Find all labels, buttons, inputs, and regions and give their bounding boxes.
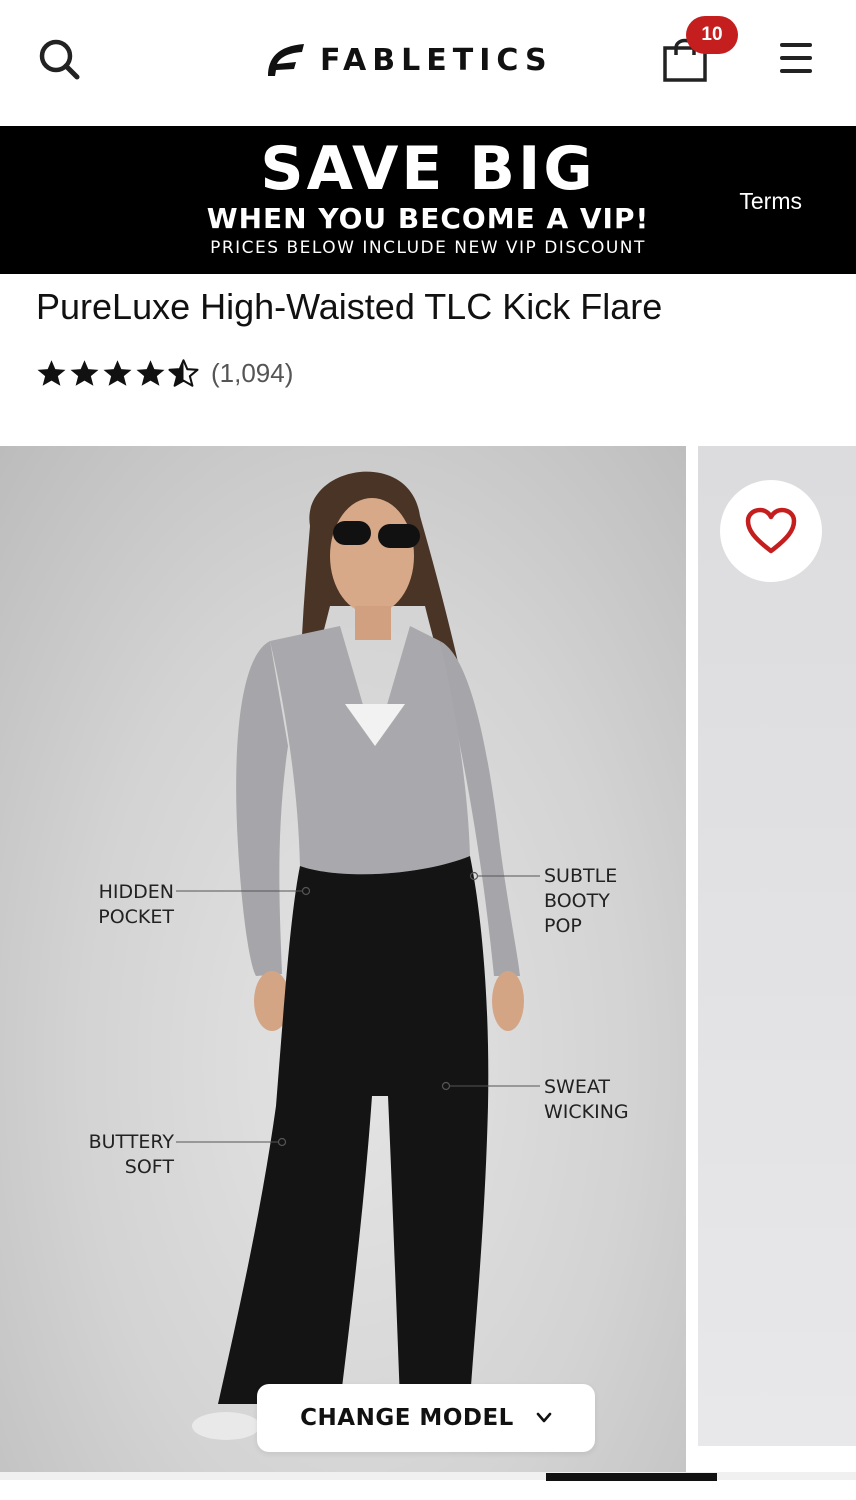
fabletics-logo-icon (268, 44, 304, 76)
model-photo (176, 471, 540, 1440)
menu-button[interactable] (776, 40, 816, 76)
promo-subheadline: WHEN YOU BECOME A VIP! (206, 202, 650, 235)
callout-subtle-booty-pop-text: SUBTLE BOOTY POP (544, 865, 618, 937)
carousel-progress-track (0, 1472, 856, 1480)
site-header: FABLETICS 10 (0, 0, 856, 126)
search-icon (39, 39, 80, 80)
callout-buttery-soft-text: BUTTERY SOFT (88, 1131, 174, 1178)
callout-subtle-booty-pop: SUBTLE BOOTY POP (544, 864, 664, 939)
search-button[interactable] (36, 36, 82, 82)
callout-sweat-wicking: SWEAT WICKING (544, 1075, 644, 1125)
callout-hidden-pocket: HIDDEN POCKET (80, 880, 174, 930)
product-image-next[interactable] (698, 446, 856, 1446)
change-model-button[interactable]: CHANGE MODEL (257, 1384, 595, 1452)
product-image-main[interactable]: HIDDEN POCKET SUBTLE BOOTY POP SWEAT WICKIN… (0, 446, 686, 1472)
promo-fine-print: PRICES BELOW INCLUDE NEW VIP DISCOUNT (210, 238, 646, 258)
brand-logo[interactable]: FABLETICS (264, 38, 553, 82)
hamburger-menu-icon (780, 43, 812, 73)
chevron-down-icon (536, 1412, 552, 1423)
callout-hidden-pocket-text: HIDDEN POCKET (98, 881, 174, 928)
star-full-icon (70, 360, 99, 386)
star-full-icon (37, 360, 66, 386)
star-full-icon (136, 360, 165, 386)
star-rating (36, 359, 201, 387)
review-count: (1,094) (211, 357, 294, 388)
brand-name: FABLETICS (320, 42, 553, 78)
terms-link[interactable]: Terms (739, 188, 802, 215)
callout-buttery-soft: BUTTERY SOFT (76, 1130, 174, 1180)
favorite-button[interactable] (720, 480, 822, 582)
star-full-icon (103, 360, 132, 386)
heart-icon (745, 507, 797, 554)
change-model-label: CHANGE MODEL (300, 1405, 514, 1431)
callout-sweat-wicking-text: SWEAT WICKING (544, 1076, 629, 1123)
star-half-icon (168, 359, 199, 387)
vip-promo-banner: SAVE BIG WHEN YOU BECOME A VIP! PRICES B… (0, 126, 856, 274)
cart-count-badge: 10 (686, 16, 738, 54)
product-title: PureLuxe High-Waisted TLC Kick Flare (36, 286, 663, 327)
promo-headline: SAVE BIG (260, 134, 596, 204)
carousel-progress-indicator (546, 1473, 717, 1481)
product-rating[interactable]: (1,094) (36, 354, 293, 392)
